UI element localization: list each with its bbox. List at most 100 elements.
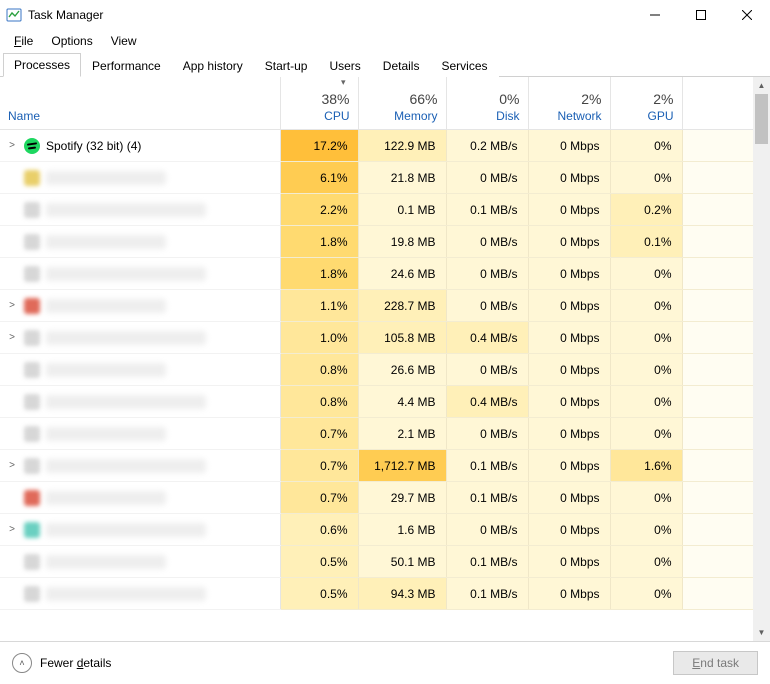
scroll-down-icon[interactable]: ▼ [753, 624, 770, 641]
table-row[interactable]: >0.6%1.6 MB0 MB/s0 Mbps0% [0, 514, 753, 546]
process-name-cell[interactable] [0, 354, 280, 386]
col-gpu[interactable]: 2% GPU [610, 77, 682, 130]
cell-net: 0 Mbps [528, 386, 610, 418]
cell-mem: 21.8 MB [358, 162, 446, 194]
cell-net: 0 Mbps [528, 514, 610, 546]
col-memory[interactable]: 66% Memory [358, 77, 446, 130]
process-name-cell[interactable]: >Spotify (32 bit) (4) [0, 130, 280, 162]
table-row[interactable]: 0.8%26.6 MB0 MB/s0 Mbps0% [0, 354, 753, 386]
scroll-thumb[interactable] [755, 94, 768, 144]
tab-services[interactable]: Services [430, 54, 498, 77]
table-row[interactable]: 0.5%50.1 MB0.1 MB/s0 Mbps0% [0, 546, 753, 578]
titlebar[interactable]: Task Manager [0, 0, 770, 30]
process-name-cell[interactable] [0, 418, 280, 450]
table-row[interactable]: 0.7%29.7 MB0.1 MB/s0 Mbps0% [0, 482, 753, 514]
process-name-cell[interactable]: > [0, 322, 280, 354]
cell-cpu: 0.7% [280, 418, 358, 450]
cell-net: 0 Mbps [528, 578, 610, 610]
task-manager-icon [6, 7, 22, 23]
cell-mem: 122.9 MB [358, 130, 446, 162]
table-row[interactable]: >1.0%105.8 MB0.4 MB/s0 Mbps0% [0, 322, 753, 354]
cell-disk: 0.1 MB/s [446, 194, 528, 226]
process-icon [24, 170, 40, 186]
cell-net: 0 Mbps [528, 290, 610, 322]
col-spacer [682, 77, 753, 130]
table-row[interactable]: 1.8%24.6 MB0 MB/s0 Mbps0% [0, 258, 753, 290]
table-row[interactable]: 6.1%21.8 MB0 MB/s0 Mbps0% [0, 162, 753, 194]
expand-icon[interactable]: > [6, 460, 18, 471]
expand-icon[interactable]: > [6, 300, 18, 311]
cell-net: 0 Mbps [528, 258, 610, 290]
minimize-button[interactable] [632, 0, 678, 30]
process-name-cell[interactable]: > [0, 450, 280, 482]
tab-start-up[interactable]: Start-up [254, 54, 319, 77]
menu-file[interactable]: File [6, 32, 41, 50]
cell-mem: 228.7 MB [358, 290, 446, 322]
table-row[interactable]: 1.8%19.8 MB0 MB/s0 Mbps0.1% [0, 226, 753, 258]
process-name-redacted [46, 395, 206, 409]
process-name-cell[interactable] [0, 482, 280, 514]
menu-view[interactable]: View [103, 32, 145, 50]
scroll-track[interactable] [753, 94, 770, 624]
cell-disk: 0 MB/s [446, 162, 528, 194]
table-row[interactable]: >1.1%228.7 MB0 MB/s0 Mbps0% [0, 290, 753, 322]
end-task-button[interactable]: End task [673, 651, 758, 675]
cell-spacer [682, 162, 753, 194]
col-cpu[interactable]: ▾ 38% CPU [280, 77, 358, 130]
task-manager-window: Task Manager File Options View Processes… [0, 0, 770, 684]
process-name-cell[interactable] [0, 162, 280, 194]
cell-spacer [682, 258, 753, 290]
col-disk[interactable]: 0% Disk [446, 77, 528, 130]
cell-gpu: 0% [610, 258, 682, 290]
cell-spacer [682, 130, 753, 162]
process-icon [24, 298, 40, 314]
table-row[interactable]: 0.8%4.4 MB0.4 MB/s0 Mbps0% [0, 386, 753, 418]
process-name-cell[interactable]: > [0, 290, 280, 322]
process-icon [24, 330, 40, 346]
close-button[interactable] [724, 0, 770, 30]
col-name[interactable]: Name [0, 77, 280, 130]
cell-disk: 0.2 MB/s [446, 130, 528, 162]
cell-spacer [682, 546, 753, 578]
cell-spacer [682, 482, 753, 514]
cell-cpu: 0.7% [280, 450, 358, 482]
cell-gpu: 0.2% [610, 194, 682, 226]
expand-icon[interactable]: > [6, 332, 18, 343]
tab-app-history[interactable]: App history [172, 54, 254, 77]
cell-cpu: 6.1% [280, 162, 358, 194]
vertical-scrollbar[interactable]: ▲ ▼ [753, 77, 770, 641]
process-name-cell[interactable] [0, 194, 280, 226]
process-name-redacted [46, 267, 206, 281]
maximize-button[interactable] [678, 0, 724, 30]
scroll-up-icon[interactable]: ▲ [753, 77, 770, 94]
tab-performance[interactable]: Performance [81, 54, 172, 77]
cell-gpu: 0% [610, 514, 682, 546]
table-row[interactable]: 2.2%0.1 MB0.1 MB/s0 Mbps0.2% [0, 194, 753, 226]
process-table-area: Name ▾ 38% CPU 66% Memory 0% [0, 77, 770, 641]
tab-users[interactable]: Users [318, 54, 371, 77]
process-name-redacted [46, 491, 166, 505]
col-network[interactable]: 2% Network [528, 77, 610, 130]
process-icon [24, 458, 40, 474]
tab-details[interactable]: Details [372, 54, 431, 77]
process-name-cell[interactable]: > [0, 514, 280, 546]
process-name-cell[interactable] [0, 578, 280, 610]
process-name-cell[interactable] [0, 258, 280, 290]
tab-processes[interactable]: Processes [3, 53, 81, 77]
menu-options[interactable]: Options [43, 32, 100, 50]
table-row[interactable]: >0.7%1,712.7 MB0.1 MB/s0 Mbps1.6% [0, 450, 753, 482]
cell-net: 0 Mbps [528, 226, 610, 258]
process-icon [24, 234, 40, 250]
table-row[interactable]: 0.5%94.3 MB0.1 MB/s0 Mbps0% [0, 578, 753, 610]
cell-mem: 105.8 MB [358, 322, 446, 354]
process-name-cell[interactable] [0, 546, 280, 578]
table-row[interactable]: 0.7%2.1 MB0 MB/s0 Mbps0% [0, 418, 753, 450]
cell-spacer [682, 322, 753, 354]
table-row[interactable]: >Spotify (32 bit) (4)17.2%122.9 MB0.2 MB… [0, 130, 753, 162]
process-name-cell[interactable] [0, 226, 280, 258]
process-name-cell[interactable] [0, 386, 280, 418]
expand-icon[interactable]: > [6, 140, 18, 151]
expand-icon[interactable]: > [6, 524, 18, 535]
fewer-details-button[interactable]: ˄ Fewer details [12, 653, 111, 673]
process-name-redacted [46, 299, 166, 313]
